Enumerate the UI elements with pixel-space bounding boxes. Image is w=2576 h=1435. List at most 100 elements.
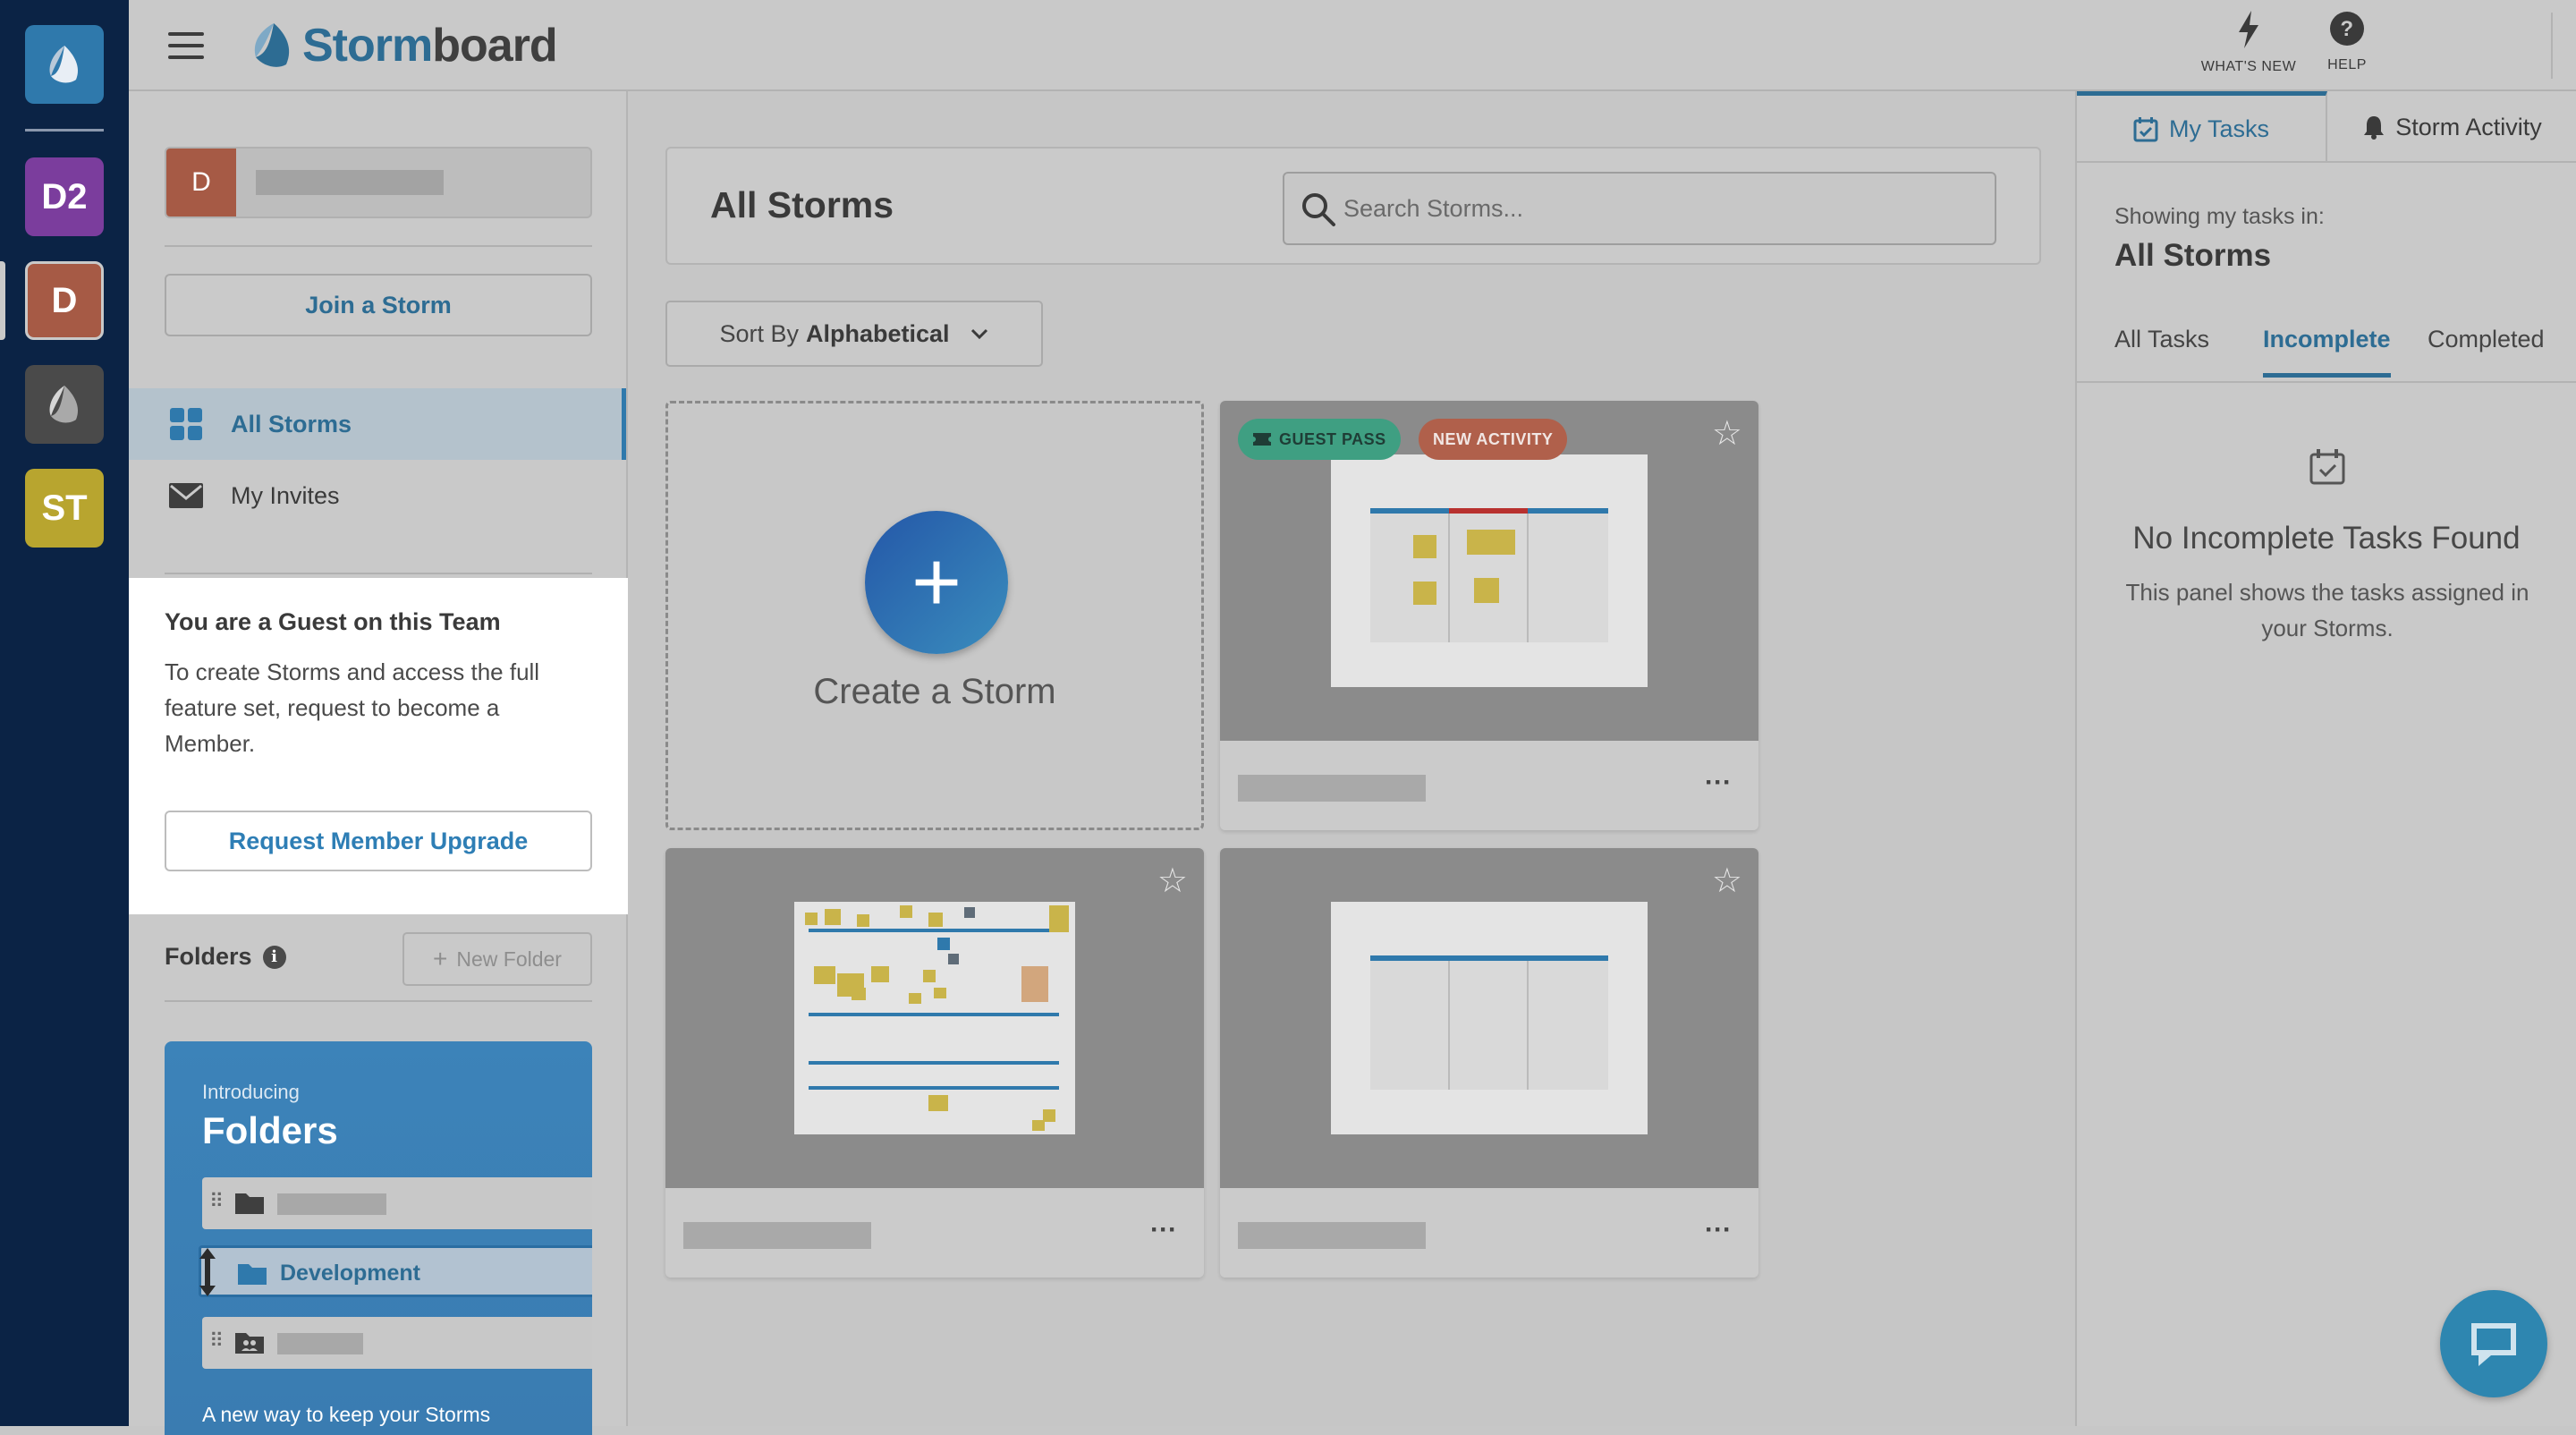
info-icon[interactable]: i	[262, 945, 286, 969]
folder-name-redacted	[277, 1193, 386, 1215]
sidebar-item-my-invites[interactable]: My Invites	[129, 460, 626, 531]
guest-notice-title: You are a Guest on this Team	[165, 608, 501, 635]
more-options-icon[interactable]: ···	[1705, 1215, 1732, 1245]
search-box[interactable]	[1283, 172, 1996, 245]
new-folder-button[interactable]: + New Folder	[402, 932, 592, 986]
stormboard-logo-icon	[49, 386, 79, 423]
team-selector[interactable]: D	[165, 147, 592, 218]
rail-divider	[25, 129, 104, 132]
storm-preview	[1331, 902, 1648, 1134]
storm-card[interactable]: GUEST PASS NEW ACTIVITY ☆ ···	[1220, 401, 1758, 830]
promo-folder-row: ⠿	[202, 1177, 592, 1229]
storm-card[interactable]: ☆ ···	[1220, 848, 1758, 1278]
envelope-icon	[169, 483, 203, 508]
storm-card-footer: ···	[1220, 1188, 1758, 1278]
whats-new-button[interactable]: WHAT'S NEW	[2195, 11, 2302, 75]
panel-tabs: My Tasks Storm Activity	[2077, 91, 2576, 163]
storm-thumbnail	[1220, 848, 1758, 1188]
chat-support-button[interactable]	[2440, 1290, 2547, 1397]
storm-card[interactable]: ☆ ···	[665, 848, 1204, 1278]
tab-label: Storm Activity	[2395, 113, 2542, 140]
folders-label: Folders	[165, 943, 252, 970]
folder-icon	[238, 1264, 267, 1285]
topbar-separator	[2551, 13, 2553, 79]
empty-state-title: No Incomplete Tasks Found	[2132, 521, 2521, 556]
hamburger-menu-icon[interactable]	[168, 32, 204, 59]
folders-intro-promo: Introducing Folders ⠿ Development ⠿ A ne…	[165, 1041, 592, 1435]
stormboard-logo[interactable]: Stormboard	[247, 16, 558, 75]
tasks-scope-title: All Storms	[2114, 238, 2272, 273]
team-avatar: D	[166, 149, 236, 217]
sidebar-item-label: All Storms	[231, 410, 352, 437]
tab-storm-activity[interactable]: Storm Activity	[2327, 91, 2576, 163]
chat-icon	[2471, 1323, 2516, 1366]
team-tile-label: D2	[41, 176, 88, 217]
team-tile-st[interactable]: ST	[25, 469, 104, 548]
move-vertical-icon	[199, 1248, 216, 1296]
team-tile-stormboard[interactable]	[25, 365, 104, 444]
logo-wordmark: Stormboard	[302, 19, 558, 72]
plus-icon: +	[433, 945, 448, 972]
search-icon	[1302, 193, 1335, 226]
sort-dropdown[interactable]: Sort By Alphabetical	[665, 301, 1043, 367]
empty-state-description: This panel shows the tasks assigned in y…	[2125, 579, 2529, 641]
sidebar-divider	[165, 245, 592, 247]
svg-text:?: ?	[2340, 17, 2353, 41]
tab-label: My Tasks	[2168, 115, 2270, 142]
promo-footer-text: A new way to keep your Storms	[202, 1403, 491, 1426]
promo-eyebrow: Introducing	[202, 1081, 300, 1103]
guest-notice-body: To create Storms and access the full fea…	[165, 658, 540, 757]
page-title: All Storms	[710, 184, 894, 225]
top-bar: Stormboard WHAT'S NEW ? HELP ⌄	[129, 0, 2576, 91]
new-folder-label: New Folder	[456, 947, 562, 971]
calendar-check-icon	[2309, 449, 2345, 485]
create-storm-card[interactable]: + Create a Storm	[665, 401, 1204, 830]
help-button[interactable]: ? HELP	[2293, 11, 2401, 73]
more-options-icon[interactable]: ···	[1705, 768, 1732, 798]
team-tile-label: ST	[41, 488, 88, 528]
star-icon[interactable]: ☆	[1712, 413, 1742, 454]
team-name-redacted	[256, 170, 444, 195]
folder-name: Development	[280, 1261, 420, 1286]
star-icon[interactable]: ☆	[1157, 861, 1188, 901]
plus-icon: +	[865, 511, 1008, 654]
filter-all-tasks[interactable]: All Tasks	[2114, 326, 2209, 353]
team-tile-d[interactable]: D	[25, 261, 104, 340]
logo-part-storm: Storm	[302, 20, 433, 72]
storms-header: All Storms	[665, 147, 2041, 265]
main-content: All Storms Sort By Alphabetical + Create…	[630, 91, 2075, 1426]
grid-icon	[170, 408, 202, 440]
logo-part-board: board	[432, 20, 557, 72]
storm-name-redacted	[1238, 1222, 1426, 1249]
whats-new-label: WHAT'S NEW	[2200, 59, 2297, 74]
new-activity-badge: NEW ACTIVITY	[1419, 419, 1568, 460]
sort-prefix: Sort By	[719, 319, 799, 347]
bell-icon	[2364, 116, 2385, 140]
storm-card-footer: ···	[665, 1188, 1204, 1278]
folders-heading: Folders i	[165, 943, 286, 971]
join-storm-button[interactable]: Join a Storm	[165, 274, 592, 336]
promo-title: Folders	[202, 1109, 338, 1151]
request-upgrade-button[interactable]: Request Member Upgrade	[165, 811, 592, 871]
team-tile-d2[interactable]: D2	[25, 157, 104, 236]
team-tile-home[interactable]	[25, 25, 104, 104]
active-team-indicator	[0, 261, 5, 340]
more-options-icon[interactable]: ···	[1150, 1215, 1177, 1245]
team-tile-label: D	[51, 280, 78, 320]
search-input[interactable]	[1342, 174, 1968, 243]
guest-notice: You are a Guest on this Team To create S…	[129, 578, 628, 914]
sidebar-item-all-storms[interactable]: All Storms	[129, 388, 626, 460]
storm-thumbnail	[665, 848, 1204, 1188]
filter-completed[interactable]: Completed	[2428, 326, 2545, 353]
create-storm-label: Create a Storm	[813, 672, 1056, 711]
sidebar-divider	[165, 573, 592, 574]
star-icon[interactable]: ☆	[1712, 861, 1742, 901]
shared-folder-icon	[235, 1333, 264, 1354]
filter-incomplete[interactable]: Incomplete	[2263, 326, 2391, 378]
promo-folder-row: ⠿	[202, 1317, 592, 1369]
stormboard-logo-icon	[254, 23, 290, 67]
tab-my-tasks[interactable]: My Tasks	[2077, 91, 2327, 163]
badge-label: NEW ACTIVITY	[1433, 429, 1554, 448]
help-label: HELP	[2327, 57, 2367, 72]
badge-label: GUEST PASS	[1279, 429, 1386, 448]
